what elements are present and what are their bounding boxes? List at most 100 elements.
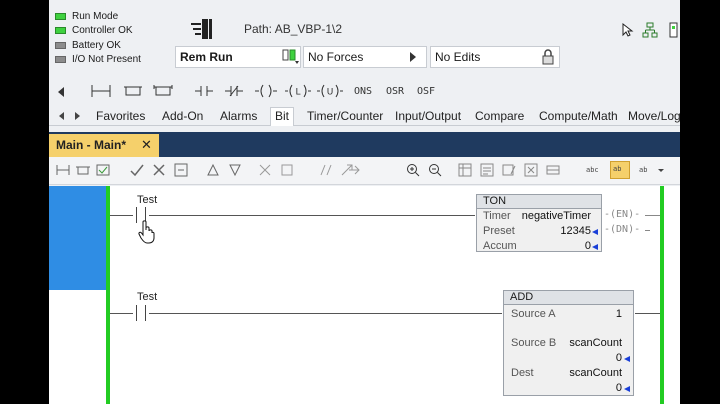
tag-browser-icon[interactable] [457, 162, 473, 178]
pointer-icon[interactable] [620, 22, 636, 38]
forces-status-field[interactable]: No Forces [303, 46, 427, 68]
assemble-edits-icon[interactable] [173, 162, 189, 178]
properties-icon[interactable] [479, 162, 495, 178]
routine-tab-strip: Main - Main* ✕ [49, 132, 680, 157]
forces-status-value: No Forces [308, 50, 364, 64]
operand-label: Timer [483, 210, 511, 222]
instruction-name: ADD [504, 291, 633, 305]
branch-level-icon[interactable] [153, 84, 173, 98]
status-controller-ok: Controller OK [55, 24, 175, 39]
add-branch-icon[interactable] [75, 162, 91, 178]
chevron-down-icon[interactable] [657, 162, 665, 178]
cross-reference-icon[interactable] [523, 162, 539, 178]
dest-tag[interactable]: scanCount [569, 367, 622, 379]
tabs-next-icon[interactable] [75, 112, 80, 120]
accum-value[interactable]: 0 [585, 240, 591, 252]
zoom-out-icon[interactable] [427, 162, 443, 178]
instruction-category-tabs: Favorites Add-On Alarms Bit Timer/Counte… [49, 106, 680, 126]
contact-tag-label[interactable]: Test [137, 194, 157, 206]
rung-wire [110, 313, 133, 314]
osr-instruction[interactable]: OSR [386, 86, 404, 97]
rung-wire [635, 313, 660, 314]
status-label: Run Mode [72, 10, 119, 22]
mouse-pointer-icon [138, 220, 155, 244]
ote-coil-icon[interactable] [255, 84, 277, 98]
controller-module-icon[interactable] [666, 22, 680, 38]
tab-alarms[interactable]: Alarms [220, 109, 257, 123]
operand-label: Preset [483, 225, 515, 237]
rung-wire [149, 313, 502, 314]
status-led-icon [55, 41, 66, 49]
controller-icon[interactable] [189, 17, 217, 41]
left-power-rail [106, 186, 110, 404]
value-arrow-icon [592, 229, 598, 235]
display-options-icon[interactable]: ab [639, 166, 657, 182]
value-arrow-icon [624, 386, 630, 392]
tab-favorites[interactable]: Favorites [96, 109, 145, 123]
rung-icon[interactable] [91, 84, 111, 98]
test-edits-icon[interactable] [205, 162, 221, 178]
ton-instruction-block[interactable]: TON Timer negativeTimer Preset 12345 Acc… [476, 194, 602, 252]
svg-text:U: U [327, 88, 334, 98]
ladder-editor[interactable]: Test TON Timer negativeTimer Preset 1234… [49, 186, 680, 404]
close-icon[interactable]: ✕ [141, 137, 152, 153]
browse-logic-icon[interactable] [545, 162, 561, 178]
verify-icon[interactable] [95, 162, 111, 178]
tab-compare[interactable]: Compare [475, 109, 524, 123]
network-icon[interactable] [642, 22, 658, 38]
timer-tag-value[interactable]: negativeTimer [522, 210, 591, 222]
controller-path: Path: AB_VBP-1\2 [244, 22, 343, 36]
run-mode-indicator-icon[interactable] [281, 48, 301, 66]
contact-tag-label[interactable]: Test [137, 291, 157, 303]
go-to-icon[interactable] [347, 162, 363, 178]
lock-icon[interactable] [541, 49, 555, 65]
status-led-icon [55, 12, 66, 20]
text-view-icon[interactable]: abc [586, 166, 608, 182]
edit-tag-icon[interactable] [501, 162, 517, 178]
preset-value[interactable]: 12345 [560, 225, 591, 237]
add-rung-icon[interactable] [55, 162, 71, 178]
rung-wire [645, 215, 660, 216]
rung-wire [645, 230, 650, 231]
mark-edit-icon[interactable] [257, 162, 273, 178]
ons-instruction[interactable]: ONS [354, 86, 372, 97]
en-output: -(EN)- [604, 209, 641, 220]
rung-0-selection-margin[interactable] [49, 186, 106, 290]
add-instruction-block[interactable]: ADD Source A 1 Source B scanCount 0 Dest… [503, 290, 634, 396]
status-label: Battery OK [72, 39, 121, 51]
tab-compute-math[interactable]: Compute/Math [539, 109, 618, 123]
xic-contact[interactable] [132, 305, 150, 321]
mark-rung-icon[interactable] [279, 162, 295, 178]
tab-input-output[interactable]: Input/Output [395, 109, 461, 123]
ladder-editor-toolbar: abc ab ab [49, 157, 680, 185]
source-a-value[interactable]: 1 [616, 308, 622, 320]
status-label: I/O Not Present [72, 54, 141, 66]
source-b-tag[interactable]: scanCount [569, 337, 622, 349]
xio-contact-icon[interactable] [225, 85, 243, 97]
accept-edits-icon[interactable] [129, 162, 145, 178]
tab-timer-counter[interactable]: Timer/Counter [307, 109, 383, 123]
branch-icon[interactable] [123, 84, 143, 98]
tabs-prev-icon[interactable] [59, 112, 64, 120]
tab-bit[interactable]: Bit [270, 107, 295, 126]
cancel-edits-icon[interactable] [151, 162, 167, 178]
zoom-in-icon[interactable] [405, 162, 421, 178]
instruction-name: TON [477, 195, 601, 209]
routine-tab-label: Main - Main* [56, 138, 127, 152]
tab-add-on[interactable]: Add-On [162, 109, 203, 123]
status-label: Controller OK [72, 25, 133, 37]
otl-coil-icon[interactable]: L [285, 84, 311, 98]
tag-description-toggle-icon[interactable]: ab [610, 161, 630, 179]
rung-wire [110, 215, 133, 216]
value-arrow-icon [592, 244, 598, 250]
right-power-rail [660, 186, 664, 404]
osf-instruction[interactable]: OSF [417, 86, 435, 97]
toggle-bit-icon[interactable] [319, 162, 335, 178]
routine-tab-main[interactable]: Main - Main* ✕ [49, 134, 159, 157]
xic-contact-icon[interactable] [195, 85, 213, 97]
toolbar-left-arrow-icon[interactable] [57, 86, 65, 98]
forces-menu-arrow-icon[interactable] [410, 52, 416, 62]
tab-move-logical[interactable]: Move/Log [628, 109, 680, 123]
otu-coil-icon[interactable]: U [317, 84, 343, 98]
untest-edits-icon[interactable] [227, 162, 243, 178]
